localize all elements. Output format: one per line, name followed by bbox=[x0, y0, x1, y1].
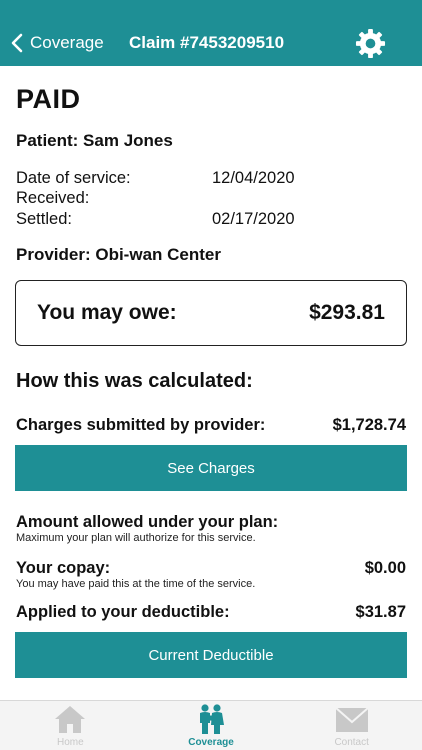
charges-label: Charges submitted by provider: bbox=[16, 416, 266, 434]
allowed-description: Maximum your plan will authorize for thi… bbox=[16, 532, 256, 544]
envelope-icon bbox=[335, 707, 369, 732]
tab-contact[interactable]: Contact bbox=[281, 701, 422, 750]
charges-row: Charges submitted by provider: $1,728.74 bbox=[16, 416, 406, 435]
chevron-left-icon bbox=[11, 33, 23, 53]
copay-label: Your copay: bbox=[16, 559, 111, 577]
home-icon bbox=[55, 706, 86, 733]
tab-bar: Home Coverage Contact bbox=[0, 700, 422, 750]
patient-name: Patient: Sam Jones bbox=[16, 131, 173, 150]
amount-owed-label: You may owe: bbox=[37, 301, 177, 324]
provider-name: Provider: Obi-wan Center bbox=[16, 245, 221, 264]
amount-owed-box: You may owe: $293.81 bbox=[15, 280, 407, 346]
tab-label: Home bbox=[56, 737, 84, 748]
allowed-row: Amount allowed under your plan: bbox=[16, 513, 406, 532]
back-label: Coverage bbox=[30, 33, 104, 52]
family-icon bbox=[200, 704, 224, 734]
back-button[interactable]: Coverage bbox=[10, 30, 104, 56]
date-row-service: Date of service: 12/04/2020 bbox=[16, 168, 316, 189]
allowed-label: Amount allowed under your plan: bbox=[16, 513, 279, 531]
copay-value: $0.00 bbox=[364, 559, 406, 577]
see-charges-button[interactable]: See Charges bbox=[15, 445, 407, 491]
tab-home[interactable]: Home bbox=[0, 701, 141, 750]
date-label: Received: bbox=[16, 189, 90, 208]
date-value: 02/17/2020 bbox=[212, 209, 295, 228]
date-value: 12/04/2020 bbox=[212, 168, 295, 187]
charges-value: $1,728.74 bbox=[332, 416, 406, 434]
current-deductible-button[interactable]: Current Deductible bbox=[15, 632, 407, 678]
date-row-received: Received: bbox=[16, 189, 316, 210]
date-row-settled: Settled: 02/17/2020 bbox=[16, 209, 316, 230]
copay-description: You may have paid this at the time of th… bbox=[16, 578, 256, 590]
copay-row: Your copay: $0.00 bbox=[16, 559, 406, 578]
deductible-value: $31.87 bbox=[355, 603, 406, 621]
tab-coverage[interactable]: Coverage bbox=[141, 701, 282, 750]
gear-icon[interactable] bbox=[355, 28, 386, 59]
calculation-heading: How this was calculated: bbox=[16, 370, 253, 392]
tab-label: Coverage bbox=[188, 737, 234, 748]
tab-label: Contact bbox=[334, 737, 369, 748]
deductible-row: Applied to your deductible: $31.87 bbox=[16, 603, 406, 622]
date-label: Date of service: bbox=[16, 168, 131, 187]
page-title: Claim #7453209510 bbox=[129, 33, 285, 52]
claim-status: PAID bbox=[16, 84, 81, 114]
date-label: Settled: bbox=[16, 209, 72, 228]
amount-owed-value: $293.81 bbox=[309, 301, 385, 324]
deductible-label: Applied to your deductible: bbox=[16, 603, 230, 621]
app-header: Coverage Claim #7453209510 bbox=[0, 0, 422, 66]
claim-dates: Date of service: 12/04/2020 Received: Se… bbox=[16, 168, 316, 230]
